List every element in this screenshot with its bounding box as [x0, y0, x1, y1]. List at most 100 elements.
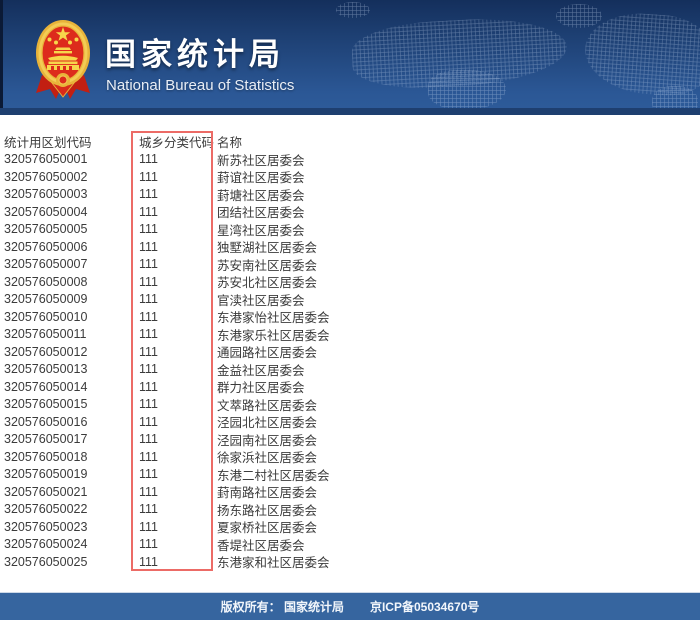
site-header: 国家统计局 National Bureau of Statistics — [0, 0, 700, 115]
table-row: 320576050006 111 独墅湖社区居委会 — [0, 238, 700, 256]
division-code-cell: 320576050016 — [4, 414, 88, 429]
table-row: 320576050023 111 夏家桥社区居委会 — [0, 518, 700, 536]
division-code-cell: 320576050007 — [4, 257, 88, 272]
table-row: 320576050004 111 团结社区居委会 — [0, 203, 700, 221]
division-code-cell: 320576050018 — [4, 449, 88, 464]
table-row: 320576050022 111 扬东路社区居委会 — [0, 501, 700, 519]
name-cell: 葑南路社区居委会 — [217, 486, 318, 501]
table-row: 320576050009 111 官渎社区居委会 — [0, 291, 700, 309]
header-bottom-band — [0, 108, 700, 115]
copyright-text: 版权所有： 国家统计局 — [220, 600, 344, 614]
urban-rural-code-cell: 111 — [139, 239, 159, 254]
urban-rural-code-cell: 111 — [139, 554, 159, 569]
division-code-table: 统计用区划代码 城乡分类代码 名称 320576050001 111 新苏社区居… — [0, 133, 700, 571]
division-code-cell: 320576050022 — [4, 502, 88, 517]
world-map-texture — [336, 2, 370, 18]
table-row: 320576050021 111 葑南路社区居委会 — [0, 483, 700, 501]
urban-rural-code-cell: 111 — [139, 519, 159, 534]
urban-rural-code-cell: 111 — [139, 274, 159, 289]
division-code-cell: 320576050023 — [4, 519, 88, 534]
table-row: 320576050010 111 东港家怡社区居委会 — [0, 308, 700, 326]
name-cell: 群力社区居委会 — [217, 381, 305, 396]
world-map-texture — [582, 9, 700, 99]
site-subtitle: National Bureau of Statistics — [106, 77, 295, 94]
world-map-texture — [350, 14, 569, 92]
name-cell: 东港家和社区居委会 — [217, 556, 330, 571]
name-cell: 新苏社区居委会 — [217, 153, 305, 168]
name-cell: 泾园南社区居委会 — [217, 433, 318, 448]
division-code-cell: 320576050004 — [4, 204, 88, 219]
table-row: 320576050002 111 葑谊社区居委会 — [0, 168, 700, 186]
urban-rural-code-cell: 111 — [139, 327, 159, 342]
name-cell: 团结社区居委会 — [217, 206, 305, 221]
table-row: 320576050016 111 泾园北社区居委会 — [0, 413, 700, 431]
urban-rural-code-cell: 111 — [139, 467, 159, 482]
table-row: 320576050015 111 文萃路社区居委会 — [0, 396, 700, 414]
name-cell: 东港家怡社区居委会 — [217, 311, 330, 326]
name-cell: 夏家桥社区居委会 — [217, 521, 318, 536]
urban-rural-code-cell: 111 — [139, 537, 159, 552]
division-code-cell: 320576050017 — [4, 432, 88, 447]
division-code-cell: 320576050001 — [4, 152, 88, 167]
urban-rural-code-cell: 111 — [139, 344, 159, 359]
urban-rural-code-cell: 111 — [139, 502, 159, 517]
icp-number: 京ICP备05034670号 — [369, 600, 480, 614]
urban-rural-code-cell: 111 — [139, 484, 159, 499]
division-code-cell: 320576050014 — [4, 379, 88, 394]
division-code-cell: 320576050024 — [4, 537, 88, 552]
name-cell: 葑塘社区居委会 — [217, 188, 305, 203]
column-header-name: 名称 — [217, 136, 243, 151]
division-code-cell: 320576050012 — [4, 344, 88, 359]
division-code-cell: 320576050002 — [4, 169, 88, 184]
china-national-emblem-icon — [36, 20, 90, 99]
urban-rural-code-cell: 111 — [139, 222, 159, 237]
urban-rural-code-cell: 111 — [139, 187, 159, 202]
name-cell: 扬东路社区居委会 — [217, 503, 318, 518]
table-row: 320576050012 111 通园路社区居委会 — [0, 343, 700, 361]
division-code-cell: 320576050009 — [4, 292, 88, 307]
name-cell: 泾园北社区居委会 — [217, 416, 318, 431]
name-cell: 金益社区居委会 — [217, 363, 305, 378]
division-code-cell: 320576050010 — [4, 309, 88, 324]
division-code-cell: 320576050005 — [4, 222, 88, 237]
division-code-cell: 320576050003 — [4, 187, 88, 202]
table-body: 320576050001 111 新苏社区居委会 320576050002 11… — [0, 151, 700, 571]
urban-rural-code-cell: 111 — [139, 449, 159, 464]
urban-rural-code-cell: 111 — [139, 169, 159, 184]
urban-rural-code-cell: 111 — [139, 379, 159, 394]
table-row: 320576050008 111 苏安北社区居委会 — [0, 273, 700, 291]
division-code-cell: 320576050011 — [4, 327, 87, 342]
world-map-texture — [428, 70, 506, 110]
name-cell: 东港家乐社区居委会 — [217, 328, 330, 343]
page: 国家统计局 National Bureau of Statistics 统计用区… — [0, 0, 700, 620]
name-cell: 苏安南社区居委会 — [217, 258, 318, 273]
urban-rural-code-cell: 111 — [139, 432, 159, 447]
table-header-row: 统计用区划代码 城乡分类代码 名称 — [0, 133, 700, 151]
table-row: 320576050013 111 金益社区居委会 — [0, 361, 700, 379]
site-footer: 版权所有： 国家统计局 京ICP备05034670号 — [0, 592, 700, 620]
division-code-cell: 320576050021 — [4, 484, 88, 499]
name-cell: 独墅湖社区居委会 — [217, 241, 318, 256]
name-cell: 苏安北社区居委会 — [217, 276, 318, 291]
urban-rural-code-cell: 111 — [139, 397, 159, 412]
table-row: 320576050003 111 葑塘社区居委会 — [0, 186, 700, 204]
division-code-cell: 320576050015 — [4, 397, 88, 412]
urban-rural-code-cell: 111 — [139, 414, 159, 429]
name-cell: 星湾社区居委会 — [217, 223, 305, 238]
table-row: 320576050005 111 星湾社区居委会 — [0, 221, 700, 239]
table-row: 320576050014 111 群力社区居委会 — [0, 378, 700, 396]
name-cell: 香堤社区居委会 — [217, 538, 305, 553]
division-code-cell: 320576050013 — [4, 362, 88, 377]
urban-rural-code-cell: 111 — [139, 292, 159, 307]
name-cell: 徐家浜社区居委会 — [217, 451, 318, 466]
urban-rural-code-cell: 111 — [139, 152, 159, 167]
division-code-cell: 320576050008 — [4, 274, 88, 289]
name-cell: 文萃路社区居委会 — [217, 398, 318, 413]
name-cell: 官渎社区居委会 — [217, 293, 305, 308]
table-row: 320576050019 111 东港二村社区居委会 — [0, 466, 700, 484]
urban-rural-code-cell: 111 — [139, 362, 159, 377]
name-cell: 通园路社区居委会 — [217, 346, 318, 361]
urban-rural-code-cell: 111 — [139, 257, 159, 272]
table-row: 320576050001 111 新苏社区居委会 — [0, 151, 700, 169]
table-row: 320576050011 111 东港家乐社区居委会 — [0, 326, 700, 344]
